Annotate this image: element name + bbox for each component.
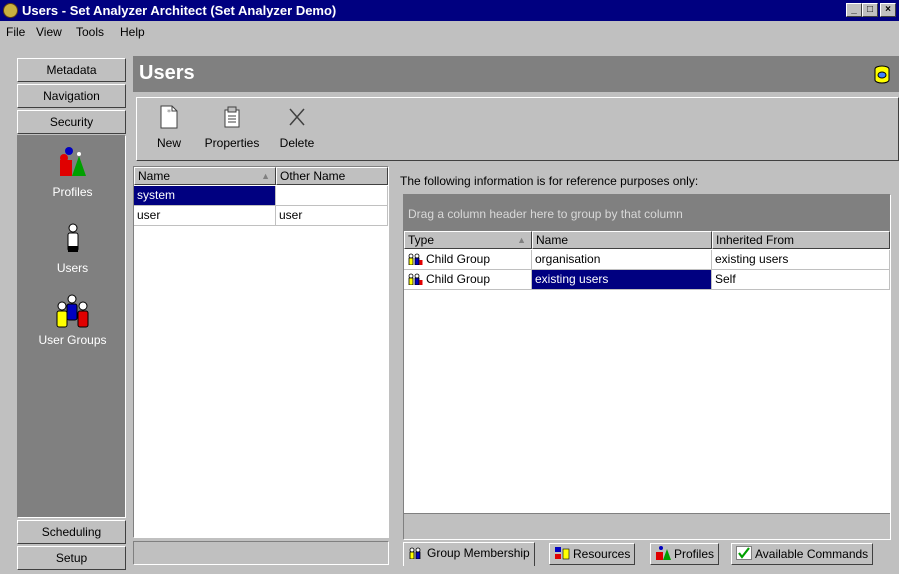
cell-name[interactable]: user	[134, 206, 276, 226]
delete-icon	[289, 108, 305, 126]
cell-name[interactable]: existing users	[532, 270, 712, 290]
new-label: New	[156, 136, 181, 150]
nav-item-users-label: Users	[56, 261, 89, 275]
page-header: Users	[133, 56, 899, 92]
table-row[interactable]: Child Group organisation existing users	[404, 250, 890, 270]
column-header-name[interactable]: Name ▲	[134, 167, 276, 185]
column-header-type[interactable]: Type ▲	[404, 231, 532, 249]
close-button[interactable]: ×	[880, 3, 896, 17]
nav-security-button[interactable]: Security	[17, 110, 126, 134]
cell-other-name[interactable]: user	[276, 206, 388, 226]
reference-note: The following information is for referen…	[400, 174, 699, 188]
group-membership-grid[interactable]: Drag a column header here to group by th…	[403, 194, 891, 540]
user-list[interactable]: Name ▲ Other Name system user user	[133, 166, 389, 538]
new-button[interactable]: * New	[149, 104, 189, 150]
delete-label: Delete	[279, 136, 315, 150]
user-groups-icon	[56, 294, 88, 328]
user-icon	[67, 223, 78, 252]
properties-label: Properties	[204, 136, 260, 150]
profiles-icon	[656, 546, 671, 560]
title-bar[interactable]: Users - Set Analyzer Architect (Set Anal…	[0, 0, 899, 21]
checkmark-icon	[736, 546, 752, 560]
group-membership-icon	[409, 547, 421, 559]
nav-metadata-button[interactable]: Metadata	[17, 58, 126, 82]
cell-name[interactable]: organisation	[532, 250, 712, 270]
nav-scheduling-button[interactable]: Scheduling	[17, 520, 126, 544]
menu-file[interactable]: File	[6, 25, 25, 39]
table-row[interactable]: system	[134, 186, 388, 206]
page-title: Users	[139, 62, 195, 84]
properties-icon	[224, 106, 240, 128]
menu-tools[interactable]: Tools	[76, 25, 104, 39]
app-icon[interactable]	[3, 3, 18, 18]
tab-available-commands[interactable]: Available Commands	[731, 543, 874, 565]
toolbar: * New Properties Delete	[136, 97, 899, 161]
nav-item-user-groups[interactable]: User Groups	[18, 294, 127, 347]
database-icon	[874, 65, 890, 84]
column-header-name[interactable]: Name	[532, 231, 712, 249]
list-status-bar	[133, 541, 389, 565]
maximize-button[interactable]: □	[862, 3, 878, 17]
resources-icon	[555, 547, 570, 560]
table-row[interactable]: Child Group existing users Self	[404, 270, 890, 290]
sort-asc-icon: ▲	[261, 171, 270, 181]
menu-bar: File View Tools Help	[0, 21, 899, 43]
profiles-icon	[59, 147, 86, 176]
column-header-other-name[interactable]: Other Name	[276, 167, 388, 185]
security-panel: Profiles Users User Groups	[17, 135, 126, 518]
cell-name[interactable]: system	[134, 186, 276, 206]
cell-inherited-from[interactable]: Self	[712, 270, 890, 290]
child-group-icon	[408, 253, 423, 265]
cell-type[interactable]: Child Group	[404, 270, 532, 290]
sort-asc-icon: ▲	[517, 235, 526, 245]
child-group-icon	[408, 273, 423, 285]
cell-other-name[interactable]	[276, 186, 388, 206]
column-header-inherited-from[interactable]: Inherited From	[712, 231, 890, 249]
window-title: Users - Set Analyzer Architect (Set Anal…	[22, 3, 337, 18]
new-document-icon: *	[160, 105, 178, 129]
cell-type[interactable]: Child Group	[404, 250, 532, 270]
nav-item-profiles-label: Profiles	[52, 185, 93, 199]
properties-button[interactable]: Properties	[201, 104, 263, 150]
nav-setup-button[interactable]: Setup	[17, 546, 126, 570]
tab-profiles[interactable]: Profiles	[650, 543, 720, 565]
menu-help[interactable]: Help	[120, 25, 145, 39]
nav-item-profiles[interactable]: Profiles	[18, 146, 127, 199]
group-by-area[interactable]: Drag a column header here to group by th…	[404, 195, 890, 231]
nav-item-users[interactable]: Users	[18, 222, 127, 275]
svg-text:*: *	[167, 108, 171, 117]
minimize-button[interactable]: _	[846, 3, 862, 17]
grid-footer	[404, 513, 890, 539]
nav-navigation-button[interactable]: Navigation	[17, 84, 126, 108]
menu-view[interactable]: View	[36, 25, 62, 39]
delete-button[interactable]: Delete	[275, 104, 319, 150]
table-row[interactable]: user user	[134, 206, 388, 226]
tab-resources[interactable]: Resources	[549, 543, 636, 565]
nav-item-user-groups-label: User Groups	[38, 333, 107, 347]
cell-inherited-from[interactable]: existing users	[712, 250, 890, 270]
tab-group-membership[interactable]: Group Membership	[403, 542, 535, 566]
